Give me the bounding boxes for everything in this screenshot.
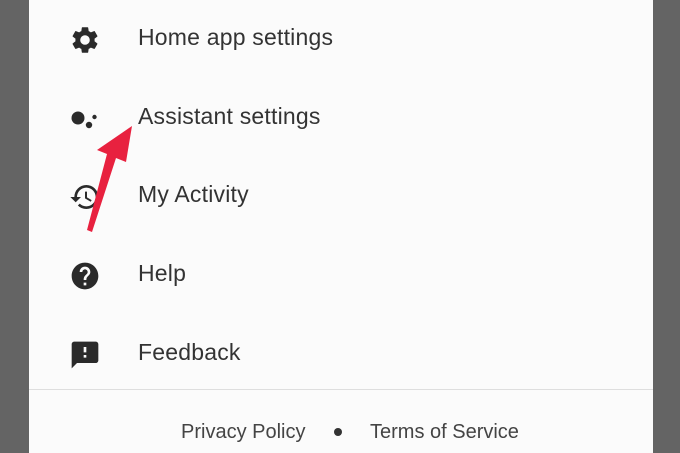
menu-item-label: My Activity [138,181,249,207]
footer-separator-dot [334,428,342,436]
menu-item-feedback[interactable]: Feedback [29,315,653,393]
history-icon [69,181,101,213]
privacy-policy-link[interactable]: Privacy Policy [181,420,305,444]
menu-item-label: Feedback [138,339,241,365]
menu-item-assistant-settings[interactable]: Assistant settings [29,79,653,157]
menu-item-label: Home app settings [138,24,334,50]
settings-menu-panel: Home app settings Assistant settings My … [29,0,653,453]
help-circle-icon [69,260,101,292]
menu-item-home-app-settings[interactable]: Home app settings [29,0,653,78]
footer: Privacy Policy Terms of Service [29,390,653,453]
screen-background: Home app settings Assistant settings My … [0,0,680,453]
feedback-icon [69,339,101,371]
menu-item-label: Assistant settings [138,103,321,129]
menu-item-label: Help [138,260,187,286]
menu-item-help[interactable]: Help [29,236,653,314]
terms-of-service-link[interactable]: Terms of Service [370,420,519,444]
google-assistant-icon [69,103,101,135]
gear-icon [69,24,101,56]
menu-item-my-activity[interactable]: My Activity [29,157,653,235]
